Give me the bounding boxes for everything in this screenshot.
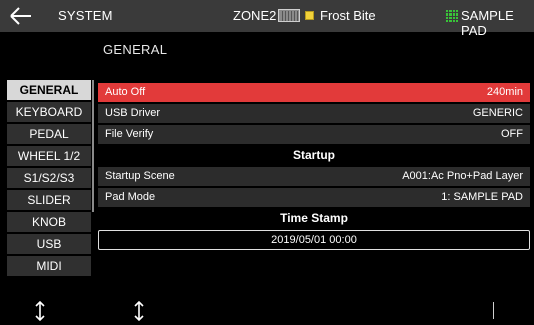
top-bar: SYSTEM ZONE2 Frost Bite SAMPLE PAD	[0, 0, 534, 38]
category-nav: GENERAL KEYBOARD PEDAL WHEEL 1/2 S1/S2/S…	[7, 80, 91, 278]
bottom-bar	[0, 297, 534, 325]
param-row-auto-off[interactable]: Auto Off 240min	[98, 83, 530, 102]
scene-square-icon	[305, 11, 314, 20]
param-row-pad-mode[interactable]: Pad Mode 1: SAMPLE PAD	[98, 188, 530, 207]
nav-scrollbar[interactable]	[92, 80, 94, 212]
param-value: 1: SAMPLE PAD	[441, 191, 523, 203]
param-label: Auto Off	[105, 86, 146, 98]
nav-item-midi[interactable]: MIDI	[7, 256, 91, 276]
parameter-list: Auto Off 240min USB Driver GENERIC File …	[98, 83, 530, 250]
nav-item-s1-s2-s3[interactable]: S1/S2/S3	[7, 168, 91, 188]
keyboard-icon	[278, 9, 300, 22]
nav-item-general[interactable]: GENERAL	[7, 80, 91, 100]
param-label: File Verify	[105, 128, 154, 140]
back-button[interactable]	[0, 0, 42, 32]
up-down-arrow-icon[interactable]	[133, 301, 145, 321]
timestamp-field[interactable]: 2019/05/01 00:00	[98, 230, 530, 250]
app-title: SYSTEM	[58, 8, 113, 23]
back-arrow-icon	[10, 7, 31, 25]
param-label: Pad Mode	[105, 191, 156, 203]
param-value: GENERIC	[472, 107, 523, 119]
param-value: OFF	[501, 128, 523, 140]
param-value: 240min	[486, 86, 523, 98]
param-row-usb-driver[interactable]: USB Driver GENERIC	[98, 104, 530, 123]
pad-mode-label[interactable]: SAMPLE PAD	[461, 8, 534, 38]
zone-label: ZONE2	[233, 8, 277, 23]
param-row-file-verify[interactable]: File Verify OFF	[98, 125, 530, 144]
nav-item-slider[interactable]: SLIDER	[7, 190, 91, 210]
param-label: Startup Scene	[105, 170, 175, 182]
param-row-startup-scene[interactable]: Startup Scene A001:Ac Pno+Pad Layer	[98, 167, 530, 186]
param-label: USB Driver	[105, 107, 161, 119]
page-title: GENERAL	[103, 42, 168, 57]
value-end-marker	[493, 302, 494, 319]
up-down-arrow-icon[interactable]	[34, 301, 46, 321]
section-heading-time-stamp: Time Stamp	[98, 209, 530, 228]
section-heading-startup: Startup	[98, 146, 530, 165]
param-value: A001:Ac Pno+Pad Layer	[402, 170, 523, 182]
nav-item-usb[interactable]: USB	[7, 234, 91, 254]
nav-item-wheel[interactable]: WHEEL 1/2	[7, 146, 91, 166]
nav-item-pedal[interactable]: PEDAL	[7, 124, 91, 144]
pad-grid-icon	[446, 10, 458, 22]
nav-item-knob[interactable]: KNOB	[7, 212, 91, 232]
nav-item-keyboard[interactable]: KEYBOARD	[7, 102, 91, 122]
scene-name[interactable]: Frost Bite	[320, 8, 376, 23]
